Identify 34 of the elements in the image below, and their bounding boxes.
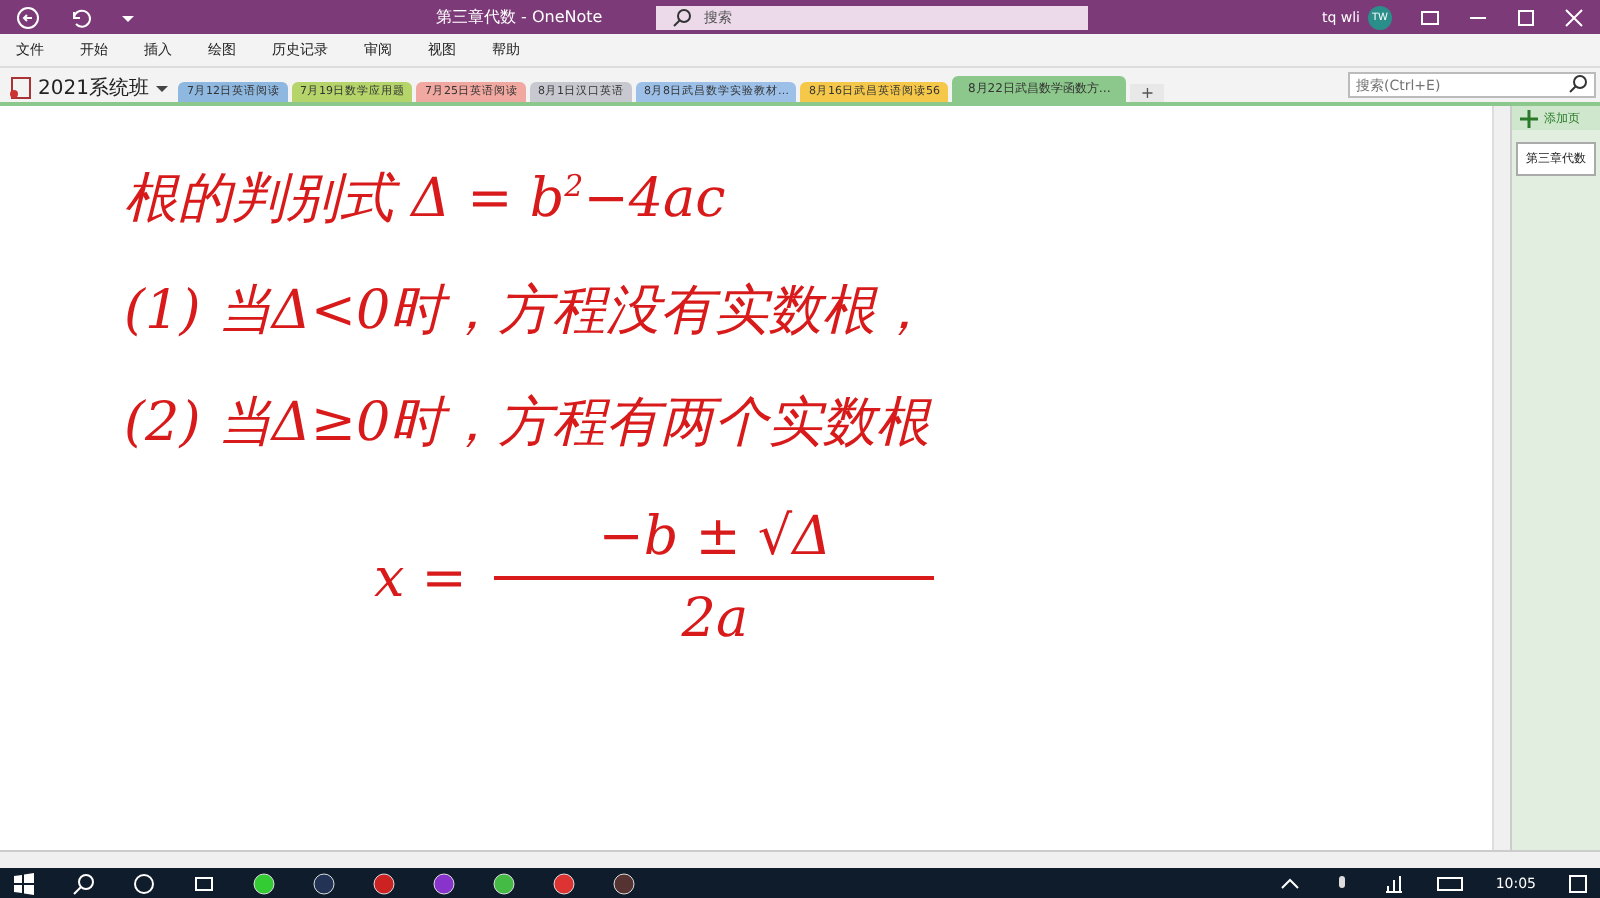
windows-start-icon[interactable] <box>12 871 36 895</box>
window-title: 第三章代数 - OneNote <box>436 6 605 28</box>
notebook-picker[interactable]: 2021系统班 <box>8 72 171 102</box>
app-icon[interactable] <box>372 871 396 895</box>
window-mode-icon[interactable] <box>1420 7 1440 27</box>
search-icon <box>1568 74 1588 94</box>
close-icon[interactable] <box>1564 7 1584 27</box>
handwritten-text: −b ± √Δ <box>598 506 832 568</box>
horizontal-scrollbar[interactable] <box>0 850 1600 868</box>
search-icon[interactable] <box>72 871 96 895</box>
handwritten-text: 根的判别式 Δ = b$^{2}$−4ac <box>124 166 728 234</box>
undo-icon[interactable] <box>68 5 92 29</box>
handwritten-text: x = <box>374 547 467 609</box>
app-icon[interactable] <box>312 871 336 895</box>
chat-app-icon[interactable] <box>252 871 276 895</box>
app-icon[interactable] <box>552 871 576 895</box>
plus-icon <box>1520 109 1538 127</box>
app-icon[interactable] <box>492 871 516 895</box>
handwritten-text: (1) 当Δ<0时，方程没有实数根， <box>124 278 933 346</box>
keyboard-icon[interactable] <box>1435 873 1464 893</box>
note-app-icon[interactable] <box>432 871 456 895</box>
task-view-icon[interactable] <box>192 871 216 895</box>
notebook-icon <box>8 75 32 99</box>
circle-icon[interactable] <box>132 871 156 895</box>
network-icon[interactable] <box>1383 873 1404 893</box>
handwritten-text: (2) 当Δ≥0时，方程有两个实数根 <box>124 390 934 458</box>
app-icon[interactable] <box>612 871 636 895</box>
notification-icon[interactable] <box>1568 873 1588 893</box>
back-icon[interactable] <box>16 5 40 29</box>
vertical-scrollbar[interactable] <box>1492 106 1510 850</box>
add-section-button[interactable]: + <box>1130 84 1165 102</box>
chevron-up-icon[interactable] <box>1279 873 1300 893</box>
maximize-icon[interactable] <box>1516 7 1536 27</box>
handwritten-text: 2a <box>681 588 749 650</box>
